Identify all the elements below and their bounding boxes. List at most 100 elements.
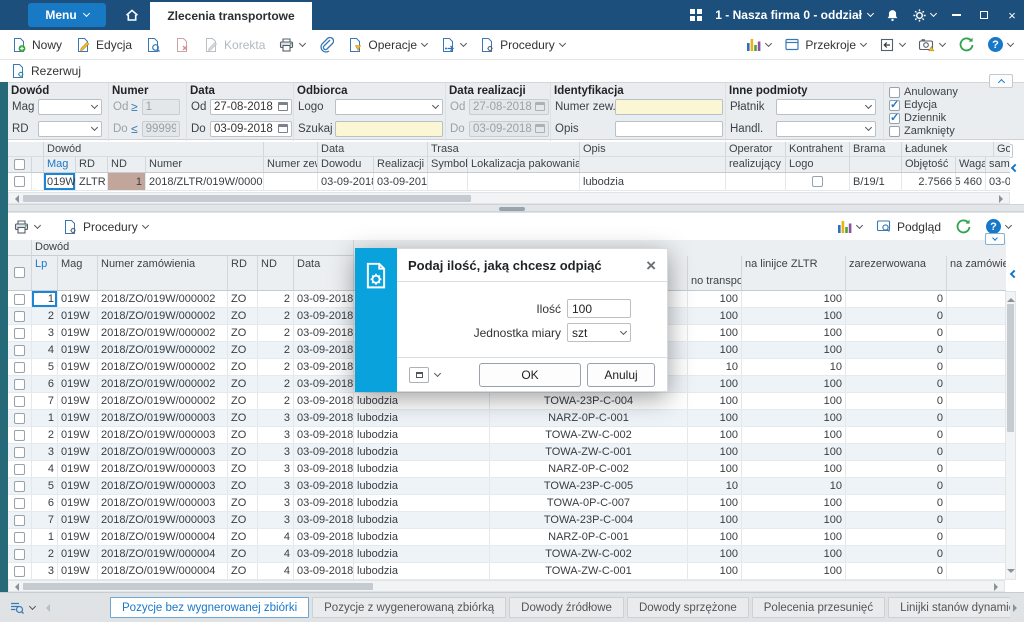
- cell-do-transportow[interactable]: 100: [688, 546, 742, 562]
- cell-data[interactable]: 03-09-2018: [294, 376, 354, 392]
- cell-na-zamowieniu[interactable]: [947, 444, 1006, 460]
- col-nd[interactable]: ND: [258, 256, 294, 290]
- cell-numer-zamowienia[interactable]: 2018/ZO/019W/000002: [98, 342, 228, 358]
- cell-kod-towaru[interactable]: TOWA-23P-C-005: [490, 478, 688, 494]
- cell-numer-zamowienia[interactable]: 2018/ZO/019W/000002: [98, 359, 228, 375]
- cell-lp[interactable]: 2: [32, 308, 58, 324]
- table-row[interactable]: 5 019W 2018/ZO/019W/000003 ZO 3 03-09-20…: [8, 478, 1006, 495]
- data-realizacji-od-input[interactable]: 27-08-2018: [469, 99, 549, 115]
- cell-na-zamowieniu[interactable]: [947, 546, 1006, 562]
- cell-zarezerwowana[interactable]: 0: [846, 427, 947, 443]
- minimize-button[interactable]: [948, 7, 964, 23]
- bottom-tab[interactable]: Dowody sprzężone: [627, 597, 749, 618]
- handl-select[interactable]: [776, 121, 876, 137]
- cell-mag[interactable]: 019W: [58, 495, 98, 511]
- cell-rd[interactable]: ZO: [228, 478, 258, 494]
- table-row[interactable]: 019W ZLTR 1 2018/ZLTR/019W/000001 03-09-…: [8, 173, 1010, 191]
- cell-na-zamowieniu[interactable]: [947, 308, 1006, 324]
- cell-mag[interactable]: 019W: [58, 461, 98, 477]
- cell-numer-zamowienia[interactable]: 2018/ZO/019W/000004: [98, 563, 228, 579]
- cell-data[interactable]: 03-09-2018: [294, 444, 354, 460]
- numer-od-input[interactable]: [142, 99, 180, 115]
- close-button[interactable]: ×: [1004, 7, 1020, 23]
- numer-zew-input[interactable]: [615, 99, 723, 115]
- restore-button[interactable]: [976, 7, 992, 23]
- col-waga[interactable]: Waga: [956, 157, 986, 172]
- refresh-button-lower[interactable]: [950, 215, 977, 238]
- row-checkbox[interactable]: [14, 379, 25, 390]
- cell-lp[interactable]: 5: [32, 478, 58, 494]
- dialog-options-button[interactable]: [409, 367, 429, 383]
- preview-doc-button[interactable]: [140, 34, 166, 56]
- anuluj-button[interactable]: Anuluj: [587, 363, 655, 387]
- settings-menu[interactable]: [912, 8, 936, 23]
- cell-do-transportow[interactable]: 100: [688, 512, 742, 528]
- col-lokalizacja[interactable]: Lokalizacja pakowania: [468, 157, 580, 172]
- scroll-columns-left-icon[interactable]: [1011, 266, 1017, 280]
- cell-data[interactable]: 03-09-2018: [294, 308, 354, 324]
- cell-rd[interactable]: ZO: [228, 291, 258, 307]
- row-checkbox[interactable]: [14, 532, 25, 543]
- col-realizacji[interactable]: Realizacji: [374, 157, 428, 172]
- cell-na-linijce-zltr[interactable]: 100: [742, 563, 846, 579]
- cell-zarezerwowana[interactable]: 0: [846, 495, 947, 511]
- cell-mag[interactable]: 019W: [58, 393, 98, 409]
- cell-kod-towaru[interactable]: NARZ-0P-C-001: [490, 529, 688, 545]
- bottom-tab[interactable]: Linijki stanów dynamicznych: [888, 597, 1010, 618]
- col-nd[interactable]: ND: [108, 157, 146, 172]
- cell-do-transportow[interactable]: 100: [688, 410, 742, 426]
- cell-kod-towaru[interactable]: TOWA-ZW-C-001: [490, 444, 688, 460]
- cell-numer-zamowienia[interactable]: 2018/ZO/019W/000003: [98, 478, 228, 494]
- snapshot-button[interactable]: [913, 34, 950, 56]
- cell-do-transportow[interactable]: 100: [688, 495, 742, 511]
- company-selector[interactable]: 1 - Nasza firma 0 - oddział: [715, 8, 873, 22]
- platnik-select[interactable]: [776, 99, 876, 115]
- cell-rd[interactable]: ZO: [228, 393, 258, 409]
- splitter-grip-icon[interactable]: [499, 207, 525, 211]
- col-operator[interactable]: realizujący: [726, 157, 786, 172]
- cell-numer-zamowienia[interactable]: 2018/ZO/019W/000004: [98, 529, 228, 545]
- cell-do-transportow[interactable]: 100: [688, 325, 742, 341]
- odbiorca-szukaj-input[interactable]: [335, 121, 443, 137]
- cell-lp[interactable]: 2: [32, 427, 58, 443]
- cell-na-zamowieniu[interactable]: [947, 291, 1006, 307]
- cell-na-linijce-zltr[interactable]: 100: [742, 444, 846, 460]
- procedury-menu-lower[interactable]: Procedury: [57, 216, 153, 238]
- cell-nd[interactable]: 4: [258, 546, 294, 562]
- scroll-right-icon[interactable]: [994, 583, 1002, 591]
- cell-brama[interactable]: B/19/1: [850, 173, 902, 190]
- calendar-icon[interactable]: [278, 102, 288, 111]
- cell-data[interactable]: 03-09-2018: [294, 427, 354, 443]
- open-tab-zlecenia-transportowe[interactable]: Zlecenia transportowe: [150, 2, 312, 30]
- cell-do-transportow[interactable]: 100: [688, 342, 742, 358]
- row-checkbox[interactable]: [14, 311, 25, 322]
- col-mag[interactable]: Mag: [58, 256, 98, 290]
- cell-data[interactable]: 03-09-2018: [294, 512, 354, 528]
- operacje-menu[interactable]: Operacje: [342, 34, 432, 56]
- opis-input[interactable]: [615, 121, 723, 137]
- cell-data[interactable]: 03-09-2018: [294, 563, 354, 579]
- cell-kod-towaru[interactable]: NARZ-0P-C-002: [490, 461, 688, 477]
- cell-kod-towaru[interactable]: TOWA-23P-C-004: [490, 393, 688, 409]
- cell-rd[interactable]: ZO: [228, 410, 258, 426]
- cell-do-transportow[interactable]: 100: [688, 291, 742, 307]
- cell-nd[interactable]: 3: [258, 444, 294, 460]
- cell-na-zamowieniu[interactable]: [947, 495, 1006, 511]
- cell-data[interactable]: 03-09-2018: [294, 546, 354, 562]
- cell-opis[interactable]: lubodzia: [354, 461, 490, 477]
- cell-zarezerwowana[interactable]: 0: [846, 444, 947, 460]
- col-godz[interactable]: sam: [986, 157, 1010, 172]
- odbiorca-logo-select[interactable]: [335, 99, 443, 115]
- cell-data[interactable]: 03-09-2018: [294, 461, 354, 477]
- cell-na-zamowieniu[interactable]: [947, 342, 1006, 358]
- cell-do-transportow[interactable]: 100: [688, 376, 742, 392]
- table-row[interactable]: 6 019W 2018/ZO/019W/000003 ZO 3 03-09-20…: [8, 495, 1006, 512]
- cell-opis[interactable]: lubodzia: [354, 393, 490, 409]
- cell-nd[interactable]: 3: [258, 512, 294, 528]
- mag-select[interactable]: [38, 99, 102, 115]
- col-numer-zamowienia[interactable]: Numer zamówienia: [98, 256, 228, 290]
- cell-lp[interactable]: 6: [32, 495, 58, 511]
- cell-do-transportow[interactable]: 100: [688, 393, 742, 409]
- cell-lp[interactable]: 1: [32, 291, 58, 307]
- table-row[interactable]: 2 019W 2018/ZO/019W/000003 ZO 3 03-09-20…: [8, 427, 1006, 444]
